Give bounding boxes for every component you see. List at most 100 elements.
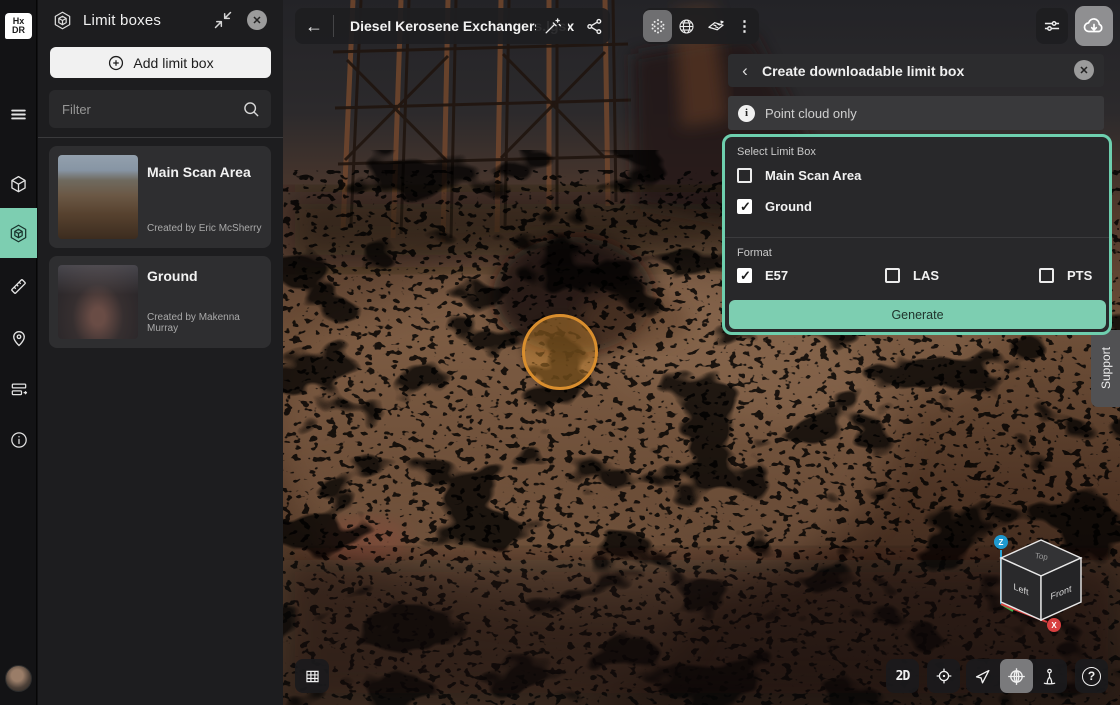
sliders-icon [1042, 16, 1062, 36]
option-label: LAS [913, 268, 939, 283]
axis-x-label[interactable]: X [1051, 621, 1057, 630]
textured-mode-button[interactable] [701, 8, 730, 44]
display-settings-button[interactable] [1036, 8, 1068, 44]
layers-tool-button[interactable] [0, 370, 37, 410]
filter-input[interactable] [49, 90, 271, 128]
app-window: ← Diesel Kerosene Exchangers.lgsx [0, 0, 1120, 705]
check-icon: ✓ [740, 268, 751, 284]
info-tool-button[interactable] [0, 420, 37, 460]
left-rail: Hx DR [0, 0, 37, 705]
panel-close-button[interactable]: ✕ [1074, 60, 1094, 80]
kebab-icon: ⋮ [737, 17, 752, 35]
limit-box-author: Created by Makenna Murray [147, 312, 271, 334]
point-cloud-icon [648, 16, 668, 36]
create-panel-title: Create downloadable limit box [762, 63, 964, 79]
nav-cube-graphic[interactable]: Top Left Front Z X [983, 528, 1103, 633]
select-limit-box-label: Select Limit Box [737, 146, 816, 158]
locations-tool-button[interactable] [0, 318, 37, 358]
main-menu-button[interactable] [0, 94, 37, 134]
orbit-mode-button[interactable] [1000, 659, 1034, 693]
edit-tools-button[interactable] [536, 8, 568, 44]
cube-face-top[interactable]: Top [1034, 551, 1049, 562]
limit-boxes-header: Limit boxes ✕ [38, 0, 283, 40]
logo-line-2: DR [12, 26, 25, 35]
panel-divider [38, 137, 283, 138]
share-icon [585, 17, 604, 36]
navigation-arrow-icon [973, 667, 992, 686]
navigation-cube[interactable]: Top Left Front Z X [983, 528, 1103, 636]
check-icon: ✓ [740, 199, 751, 215]
checkbox-pts[interactable]: ✓ [1039, 268, 1054, 283]
add-limit-box-button[interactable]: Add limit box [50, 47, 271, 78]
back-button[interactable]: ← [295, 8, 333, 44]
grid-view-button[interactable] [295, 659, 329, 693]
create-panel-header: ‹ Create downloadable limit box ✕ [728, 54, 1104, 87]
mesh-globe-icon [677, 17, 696, 36]
generate-button[interactable]: Generate [729, 300, 1106, 329]
option-main-scan-area[interactable]: ✓ Main Scan Area [737, 168, 861, 183]
checkbox-ground[interactable]: ✓ [737, 199, 752, 214]
layers-icon [9, 380, 29, 400]
limit-box-item-main-scan-area[interactable]: Main Scan Area Created by Eric McSherry [49, 146, 271, 248]
format-las[interactable]: ✓ LAS [885, 268, 939, 283]
filter-field [49, 90, 271, 128]
render-mode-toolbar: ⋮ [643, 8, 759, 44]
section-divider [725, 237, 1109, 238]
limit-box-thumbnail [58, 155, 138, 239]
limit-box-icon [8, 223, 29, 244]
checkbox-main-scan-area[interactable]: ✓ [737, 168, 752, 183]
measure-tool-button[interactable] [0, 266, 37, 306]
hamburger-menu-icon [9, 105, 28, 124]
close-icon: ✕ [1079, 64, 1088, 77]
collapse-panel-icon[interactable] [213, 10, 233, 30]
add-limit-box-label: Add limit box [133, 55, 213, 71]
support-tab-label: Support [1099, 347, 1113, 389]
limit-box-author: Created by Eric McSherry [147, 223, 261, 234]
scan-position-marker[interactable] [522, 314, 598, 390]
limit-box-thumbnail [58, 265, 138, 339]
checkbox-las[interactable]: ✓ [885, 268, 900, 283]
fly-mode-button[interactable] [966, 659, 1000, 693]
point-cloud-mode-button[interactable] [643, 10, 672, 42]
notice-text: Point cloud only [765, 106, 857, 121]
3d-viewport[interactable]: ← Diesel Kerosene Exchangers.lgsx [283, 0, 1120, 705]
mesh-mode-button[interactable] [672, 8, 701, 44]
models-tool-button[interactable] [0, 164, 37, 204]
measure-icon [8, 276, 29, 297]
format-e57[interactable]: ✓ E57 [737, 268, 788, 283]
option-ground[interactable]: ✓ Ground [737, 199, 812, 214]
option-label: Main Scan Area [765, 168, 861, 183]
center-view-button[interactable] [927, 659, 960, 693]
info-icon [9, 430, 29, 450]
close-panel-button[interactable]: ✕ [247, 10, 267, 30]
panel-back-button[interactable]: ‹ [728, 54, 762, 87]
panel-title: Limit boxes [83, 12, 161, 29]
target-icon [934, 666, 954, 686]
limit-boxes-panel: Limit boxes ✕ Add limit box Main Scan Ar… [38, 0, 283, 705]
hxdr-logo[interactable]: Hx DR [5, 13, 32, 39]
2d-mode-button[interactable]: 2D [886, 659, 919, 693]
create-limit-box-panel: ‹ Create downloadable limit box ✕ i Poin… [728, 54, 1104, 87]
help-button[interactable]: ? [1075, 659, 1108, 693]
format-label: Format [737, 247, 772, 259]
grid-icon [303, 667, 322, 686]
cloud-download-icon [1082, 14, 1106, 38]
help-icon: ? [1082, 667, 1101, 686]
textured-mesh-icon [706, 16, 726, 36]
user-avatar[interactable] [5, 665, 32, 692]
support-tab[interactable]: Support [1091, 330, 1120, 407]
download-button[interactable] [1075, 6, 1113, 46]
more-options-button[interactable]: ⋮ [730, 8, 759, 44]
axis-z-label[interactable]: Z [999, 538, 1004, 547]
limit-box-title: Ground [147, 268, 198, 284]
checkbox-e57[interactable]: ✓ [737, 268, 752, 283]
globe-crosshair-icon [1006, 666, 1027, 687]
limit-boxes-tool-button[interactable] [0, 208, 37, 258]
search-icon [241, 99, 261, 119]
magic-wand-icon [543, 17, 562, 36]
format-pts[interactable]: ✓ PTS [1039, 268, 1092, 283]
limit-box-item-ground[interactable]: Ground Created by Makenna Murray [49, 256, 271, 348]
walk-mode-button[interactable] [1033, 659, 1067, 693]
limit-box-form-highlight: Select Limit Box ✓ Main Scan Area ✓ Grou… [722, 134, 1112, 335]
share-button[interactable] [578, 8, 610, 44]
